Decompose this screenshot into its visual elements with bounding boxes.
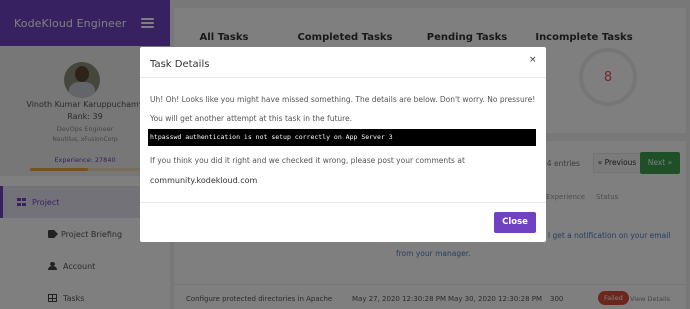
modal-title: Task Details (150, 59, 210, 70)
community-link[interactable]: community.kodekloud.com (150, 176, 257, 185)
error-details: htpasswd authentication is not setup cor… (148, 129, 536, 146)
modal-footer-divider (140, 202, 546, 203)
close-icon[interactable]: × (529, 55, 537, 65)
modal-message: Uh! Oh! Looks like you might have missed… (150, 95, 536, 123)
close-button[interactable]: Close (494, 212, 536, 233)
task-details-modal: Task Details × Uh! Oh! Looks like you mi… (140, 47, 546, 242)
modal-message-feedback: If you think you did it right and we che… (150, 156, 465, 165)
modal-divider (140, 77, 546, 78)
